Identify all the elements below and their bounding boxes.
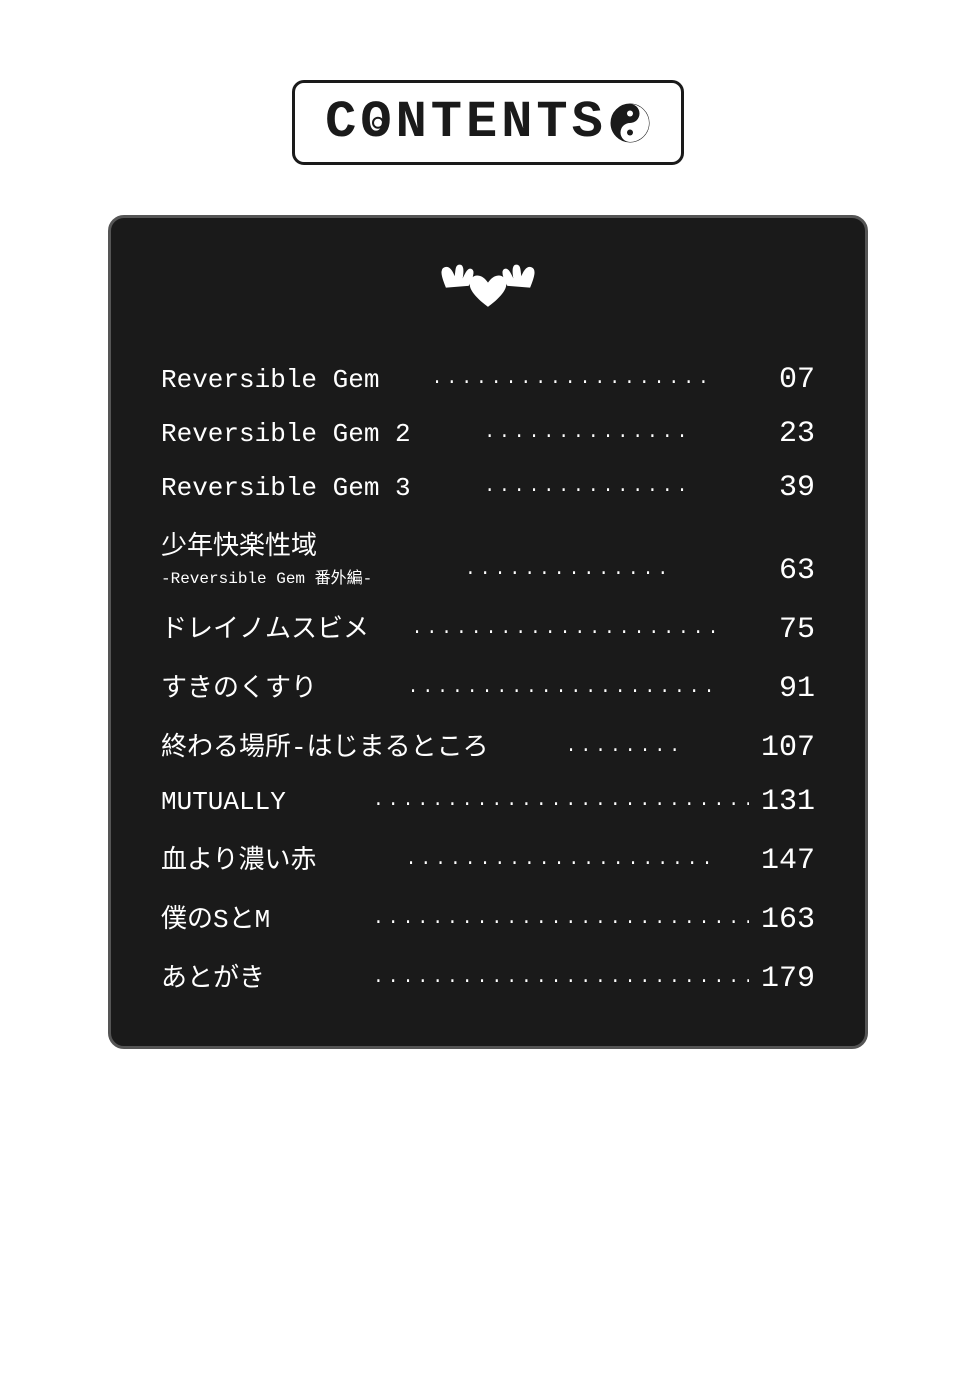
title-c: C bbox=[325, 93, 360, 152]
toc-left-3: Reversible Gem 3 bbox=[161, 473, 411, 503]
toc-page-11: 179 bbox=[761, 962, 815, 996]
toc-entry-7: 終わる場所-はじまるところ ········ 107 bbox=[161, 716, 815, 775]
toc-page-9: 147 bbox=[761, 844, 815, 878]
toc-left-11: あとがき bbox=[161, 957, 361, 994]
toc-dots-7: ········ bbox=[501, 741, 749, 763]
o-inner-circle bbox=[372, 116, 384, 128]
toc-dots-9: ····················· bbox=[373, 854, 749, 876]
toc-dots-10: ····························· bbox=[373, 913, 749, 935]
toc-title-10: 僕のSとM bbox=[161, 898, 361, 935]
toc-dots-5: ····················· bbox=[381, 623, 753, 645]
toc-dots-3: ·············· bbox=[423, 481, 753, 503]
toc-left-10: 僕のSとM bbox=[161, 898, 361, 935]
toc-left-7: 終わる場所-はじまるところ bbox=[161, 726, 489, 763]
toc-entry-9: 血より濃い赤 ····················· 147 bbox=[161, 829, 815, 888]
toc-title-9: 血より濃い赤 bbox=[161, 839, 361, 876]
toc-title-3: Reversible Gem 3 bbox=[161, 473, 411, 503]
toc-title-11: あとがき bbox=[161, 957, 361, 994]
toc-entry-2: Reversible Gem 2 ·············· 23 bbox=[161, 407, 815, 461]
title-o-circle: O bbox=[360, 93, 395, 152]
toc-page-7: 107 bbox=[761, 731, 815, 765]
toc-entry-11: あとがき ····························· 179 bbox=[161, 947, 815, 1006]
toc-title-8: MUTUALLY bbox=[161, 787, 361, 817]
title-ntents: nT bbox=[396, 93, 466, 152]
toc-dots-4: ·············· bbox=[384, 564, 753, 586]
toc-left-2: Reversible Gem 2 bbox=[161, 419, 411, 449]
toc-entry-8: MUTUALLY ····························· 1… bbox=[161, 775, 815, 829]
toc-page-6: 91 bbox=[765, 672, 815, 706]
toc-left-8: MUTUALLY bbox=[161, 787, 361, 817]
toc-title-6: すきのくすり bbox=[161, 667, 361, 704]
contents-box: Reversible Gem ··················· 07 Re… bbox=[108, 215, 868, 1049]
toc-page-10: 163 bbox=[761, 903, 815, 937]
toc-dots-8: ····························· bbox=[373, 795, 749, 817]
toc-entry-6: すきのくすり ····················· 91 bbox=[161, 657, 815, 716]
toc-left-9: 血より濃い赤 bbox=[161, 839, 361, 876]
toc-left-5: ドレイノムスビメ bbox=[161, 608, 369, 645]
toc-dots-1: ··················· bbox=[391, 373, 753, 395]
winged-heart-icon bbox=[438, 258, 538, 323]
toc-page-5: 75 bbox=[765, 613, 815, 647]
toc-entry-10: 僕のSとM ····························· 163 bbox=[161, 888, 815, 947]
toc-title-5: ドレイノムスビメ bbox=[161, 608, 369, 645]
toc-dots-2: ·············· bbox=[423, 427, 753, 449]
toc-page-1: 07 bbox=[765, 363, 815, 397]
toc-page-8: 131 bbox=[761, 785, 815, 819]
toc-subtitle-4: -Reversible Gem 番外編- bbox=[161, 564, 372, 588]
toc-title-2: Reversible Gem 2 bbox=[161, 419, 411, 449]
toc-entry-3: Reversible Gem 3 ·············· 39 bbox=[161, 461, 815, 515]
toc-dots-6: ····················· bbox=[373, 682, 753, 704]
title-badge: C O nT E nTS bbox=[292, 80, 684, 165]
page-wrapper: C O nT E nTS bbox=[0, 0, 976, 1400]
toc-left-6: すきのくすり bbox=[161, 667, 361, 704]
toc-left-4: 少年快楽性域 -Reversible Gem 番外編- bbox=[161, 525, 372, 588]
toc-dots-11: ····························· bbox=[373, 972, 749, 994]
title-nts: nTS bbox=[501, 93, 607, 152]
toc-page-3: 39 bbox=[765, 471, 815, 505]
title-e-bar: E bbox=[466, 93, 501, 152]
title-text: C O nT E nTS bbox=[325, 93, 651, 152]
toc-list: Reversible Gem ··················· 07 Re… bbox=[161, 353, 815, 1006]
toc-title-7: 終わる場所-はじまるところ bbox=[161, 726, 489, 763]
toc-page-2: 23 bbox=[765, 417, 815, 451]
toc-entry-5: ドレイノムスビメ ····················· 75 bbox=[161, 598, 815, 657]
snake-symbol bbox=[609, 102, 651, 144]
toc-page-4: 63 bbox=[765, 554, 815, 588]
toc-entry-4: 少年快楽性域 -Reversible Gem 番外編- ············… bbox=[161, 515, 815, 598]
toc-entry-1: Reversible Gem ··················· 07 bbox=[161, 353, 815, 407]
toc-title-1: Reversible Gem bbox=[161, 365, 379, 395]
toc-left-1: Reversible Gem bbox=[161, 365, 379, 395]
toc-title-4: 少年快楽性域 bbox=[161, 525, 372, 562]
